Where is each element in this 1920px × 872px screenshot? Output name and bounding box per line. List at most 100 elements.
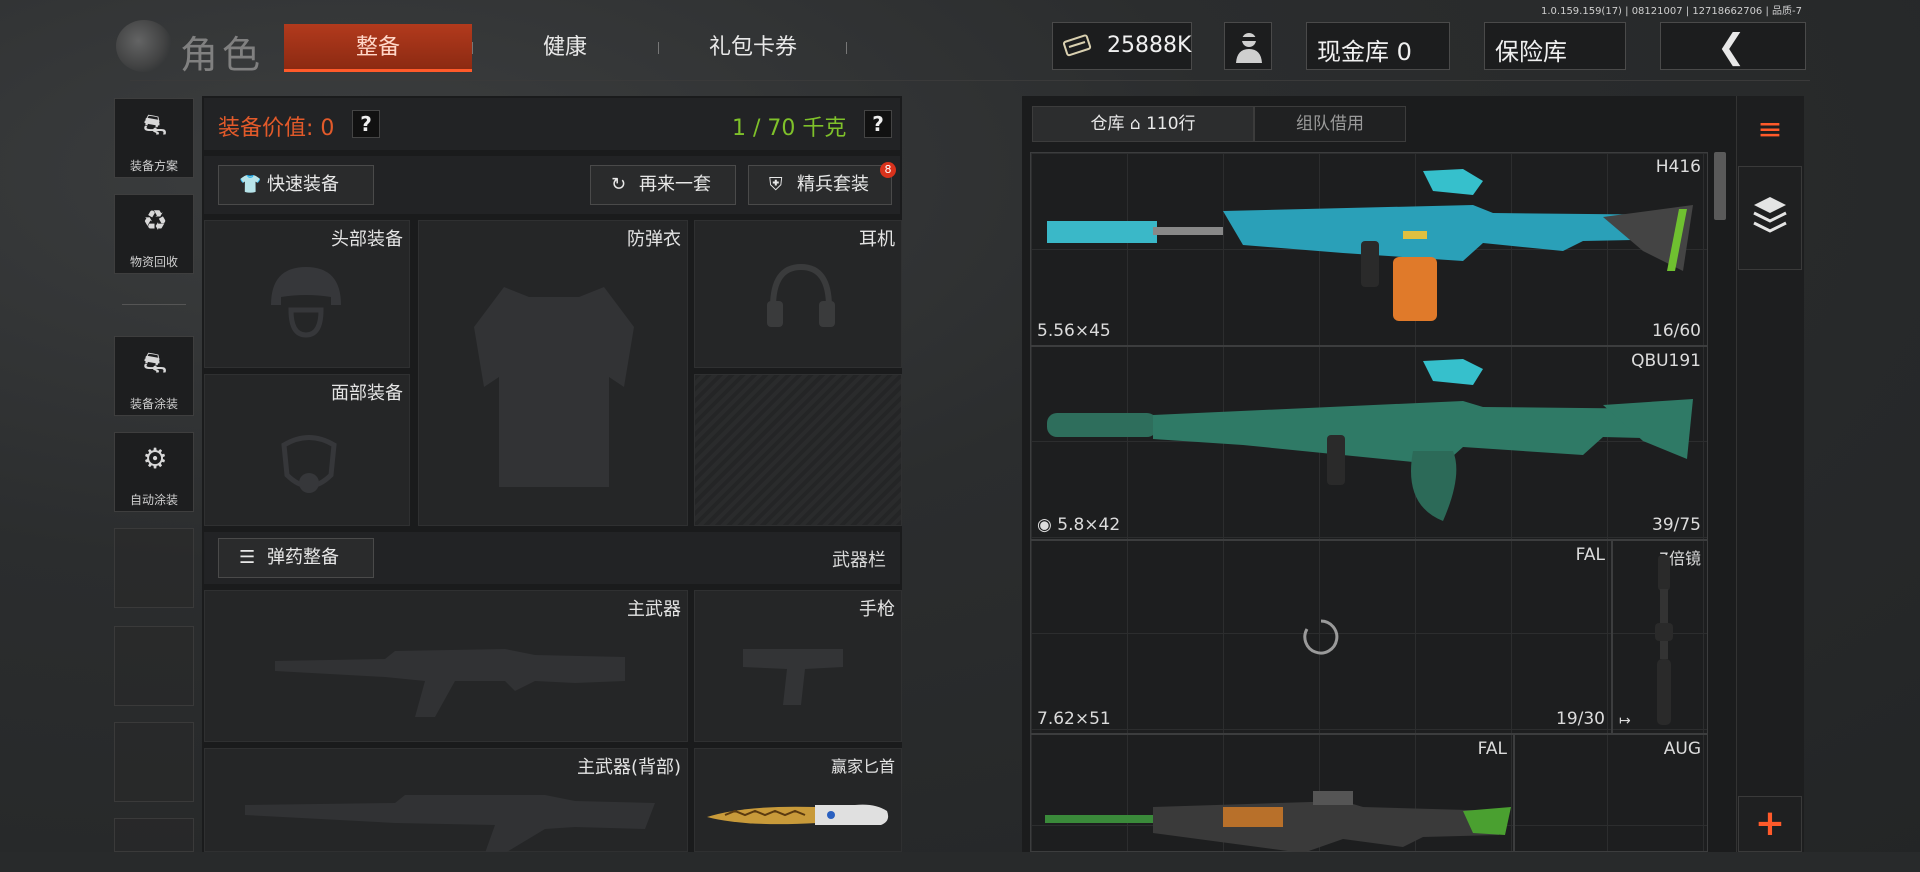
tab-warehouse[interactable]: 仓库 ⌂ 110行 bbox=[1032, 106, 1254, 142]
safe-vault-button[interactable]: 保险库 bbox=[1484, 22, 1626, 70]
recycle-face-icon: ♻ bbox=[142, 204, 168, 237]
h416-rifle-icon bbox=[1047, 169, 1693, 321]
sort-layers-icon[interactable]: ≡ bbox=[1742, 104, 1798, 156]
banknote-icon bbox=[1062, 33, 1093, 57]
item-ammo: 5.56×45 bbox=[1037, 321, 1111, 341]
ammo-prep-button[interactable]: ☰ 弹药整备 bbox=[218, 538, 374, 578]
operator-avatar-button[interactable] bbox=[1224, 22, 1272, 70]
notification-badge: 8 bbox=[880, 162, 896, 178]
tab-label: 仓库 bbox=[1090, 114, 1125, 134]
empty-slot bbox=[114, 722, 194, 802]
item-ammo: 7.62×51 bbox=[1037, 709, 1111, 729]
back-button[interactable]: ❮ bbox=[1660, 22, 1806, 70]
tab-divider bbox=[658, 42, 659, 54]
locked-slot bbox=[694, 374, 902, 526]
operator-icon bbox=[1236, 33, 1262, 63]
warehouse-item-h416[interactable]: H416 5.56×45 16/60 bbox=[1030, 152, 1708, 346]
auto-paint-button[interactable]: ⚙ 自动涂装 bbox=[114, 432, 194, 512]
warehouse-item-aug[interactable]: AUG bbox=[1514, 734, 1708, 852]
golden-knife-icon bbox=[707, 804, 889, 825]
sidebar-label: 装备涂装 bbox=[129, 397, 178, 411]
again-set-button[interactable]: ↻ 再来一套 bbox=[590, 165, 736, 205]
helmet-grid-icon: ⛐ bbox=[142, 108, 168, 141]
empty-slot bbox=[114, 626, 194, 706]
item-ammo-wrapper: ◉ 5.8×42 bbox=[1037, 515, 1120, 535]
knife-slot[interactable]: 赢家匕首 bbox=[694, 748, 902, 852]
sidebar-label: 物资回收 bbox=[129, 255, 178, 269]
elite-set-button[interactable]: ⛨ 精兵套装 bbox=[748, 165, 892, 205]
pistol-slot[interactable]: 手枪 bbox=[694, 590, 902, 742]
item-name: FAL bbox=[1477, 739, 1507, 759]
add-button[interactable]: + bbox=[1738, 796, 1802, 852]
warehouse-item-fal-2[interactable]: FAL bbox=[1030, 734, 1514, 853]
cash-vault-label: 现金库 0 bbox=[1317, 38, 1412, 66]
earphone-slot[interactable]: 耳机 bbox=[694, 220, 902, 368]
equipment-value: 装备价值: 0 bbox=[218, 116, 335, 141]
ammo-list-icon: ☰ bbox=[239, 547, 256, 568]
slot-label: 主武器(背部) bbox=[576, 757, 681, 778]
version-text: 1.0.159.159(17) | 08121007 | 12718662706… bbox=[1541, 6, 1802, 17]
loading-spinner-icon bbox=[1303, 619, 1339, 655]
sidebar-label: 自动涂装 bbox=[129, 493, 178, 507]
target-icon: ◉ bbox=[1037, 515, 1052, 535]
brush-gear-icon: ⚙ bbox=[142, 442, 168, 475]
item-count: 19/30 bbox=[1556, 709, 1605, 729]
face-slot[interactable]: 面部装备 bbox=[204, 374, 410, 526]
warehouse-item-qbu191[interactable]: QBU191 ◉ 5.8×42 39/75 bbox=[1030, 346, 1708, 540]
tab-equip[interactable]: 整备 bbox=[284, 24, 472, 72]
pistol-placeholder-icon bbox=[743, 649, 843, 705]
primary-weapon-slot[interactable]: 主武器 bbox=[204, 590, 688, 742]
page-title: 角色 bbox=[180, 33, 265, 77]
slot-label: 耳机 bbox=[859, 229, 895, 250]
head-slot[interactable]: 头部装备 bbox=[204, 220, 410, 368]
cash-vault-button[interactable]: 现金库 0 bbox=[1306, 22, 1450, 70]
warehouse-scrollbar[interactable] bbox=[1714, 152, 1726, 220]
vest-slot[interactable]: 防弹衣 bbox=[418, 220, 688, 526]
empty-slot bbox=[114, 818, 194, 852]
slot-label: 防弹衣 bbox=[627, 229, 681, 250]
equipment-skin-button[interactable]: ⛐ 装备涂装 bbox=[114, 336, 194, 416]
weapon-bar-label: 武器栏 bbox=[832, 550, 886, 571]
rifle-placeholder-icon bbox=[245, 795, 655, 853]
slot-label: 手枪 bbox=[859, 599, 895, 620]
gas-mask-placeholder-icon bbox=[281, 435, 337, 493]
slot-label: 主武器 bbox=[627, 599, 681, 620]
item-name: FAL bbox=[1575, 545, 1605, 565]
warehouse-item-fal[interactable]: FAL 7.62×51 19/30 bbox=[1030, 540, 1612, 734]
loadout-plan-button[interactable]: ⛐ 装备方案 bbox=[114, 98, 194, 178]
painted-helmet-icon: ⛐ bbox=[142, 346, 168, 379]
bottom-bar bbox=[0, 852, 1920, 872]
vest-placeholder-icon bbox=[474, 287, 634, 487]
value-help-button[interactable]: ? bbox=[352, 110, 380, 138]
money-display[interactable]: 25888K bbox=[1052, 22, 1192, 70]
tab-gift[interactable]: 礼包卡券 bbox=[668, 24, 838, 72]
header-divider bbox=[130, 80, 1810, 81]
weight-help-button[interactable]: ? bbox=[864, 110, 892, 138]
item-count: 16/60 bbox=[1652, 321, 1701, 341]
slot-label: 面部装备 bbox=[331, 383, 403, 404]
tab-health[interactable]: 健康 bbox=[495, 24, 635, 72]
scope-icon bbox=[1655, 555, 1673, 725]
qbu191-rifle-icon bbox=[1047, 359, 1693, 521]
role-logo-icon bbox=[116, 20, 172, 72]
stack-download-button[interactable] bbox=[1738, 166, 1802, 270]
home-icon: ⌂ bbox=[1129, 114, 1141, 134]
headset-placeholder-icon bbox=[767, 263, 835, 327]
fal-rifle-icon bbox=[1045, 791, 1511, 853]
elite-set-label: 精兵套装 bbox=[797, 174, 869, 195]
tab-divider bbox=[472, 42, 473, 54]
quick-equip-button[interactable]: 👕 快速装备 bbox=[218, 165, 374, 205]
safe-vault-label: 保险库 bbox=[1495, 38, 1567, 66]
recycle-button[interactable]: ♻ 物资回收 bbox=[114, 194, 194, 274]
item-name: AUG bbox=[1663, 739, 1701, 759]
helmet-placeholder-icon bbox=[271, 267, 341, 338]
again-set-label: 再来一套 bbox=[639, 174, 711, 195]
chevron-left-icon: ❮ bbox=[1717, 27, 1746, 67]
carry-weight: 1 / 70 千克 bbox=[732, 116, 847, 141]
item-ammo: 5.8×42 bbox=[1057, 515, 1121, 535]
back-weapon-slot[interactable]: 主武器(背部) bbox=[204, 748, 688, 853]
tab-team-borrow[interactable]: 组队借用 bbox=[1254, 106, 1406, 142]
money-value: 25888K bbox=[1107, 33, 1192, 58]
refresh-icon: ↻ bbox=[611, 174, 627, 195]
warehouse-item-7x-scope[interactable]: 7倍镜 ↦ bbox=[1612, 540, 1708, 734]
